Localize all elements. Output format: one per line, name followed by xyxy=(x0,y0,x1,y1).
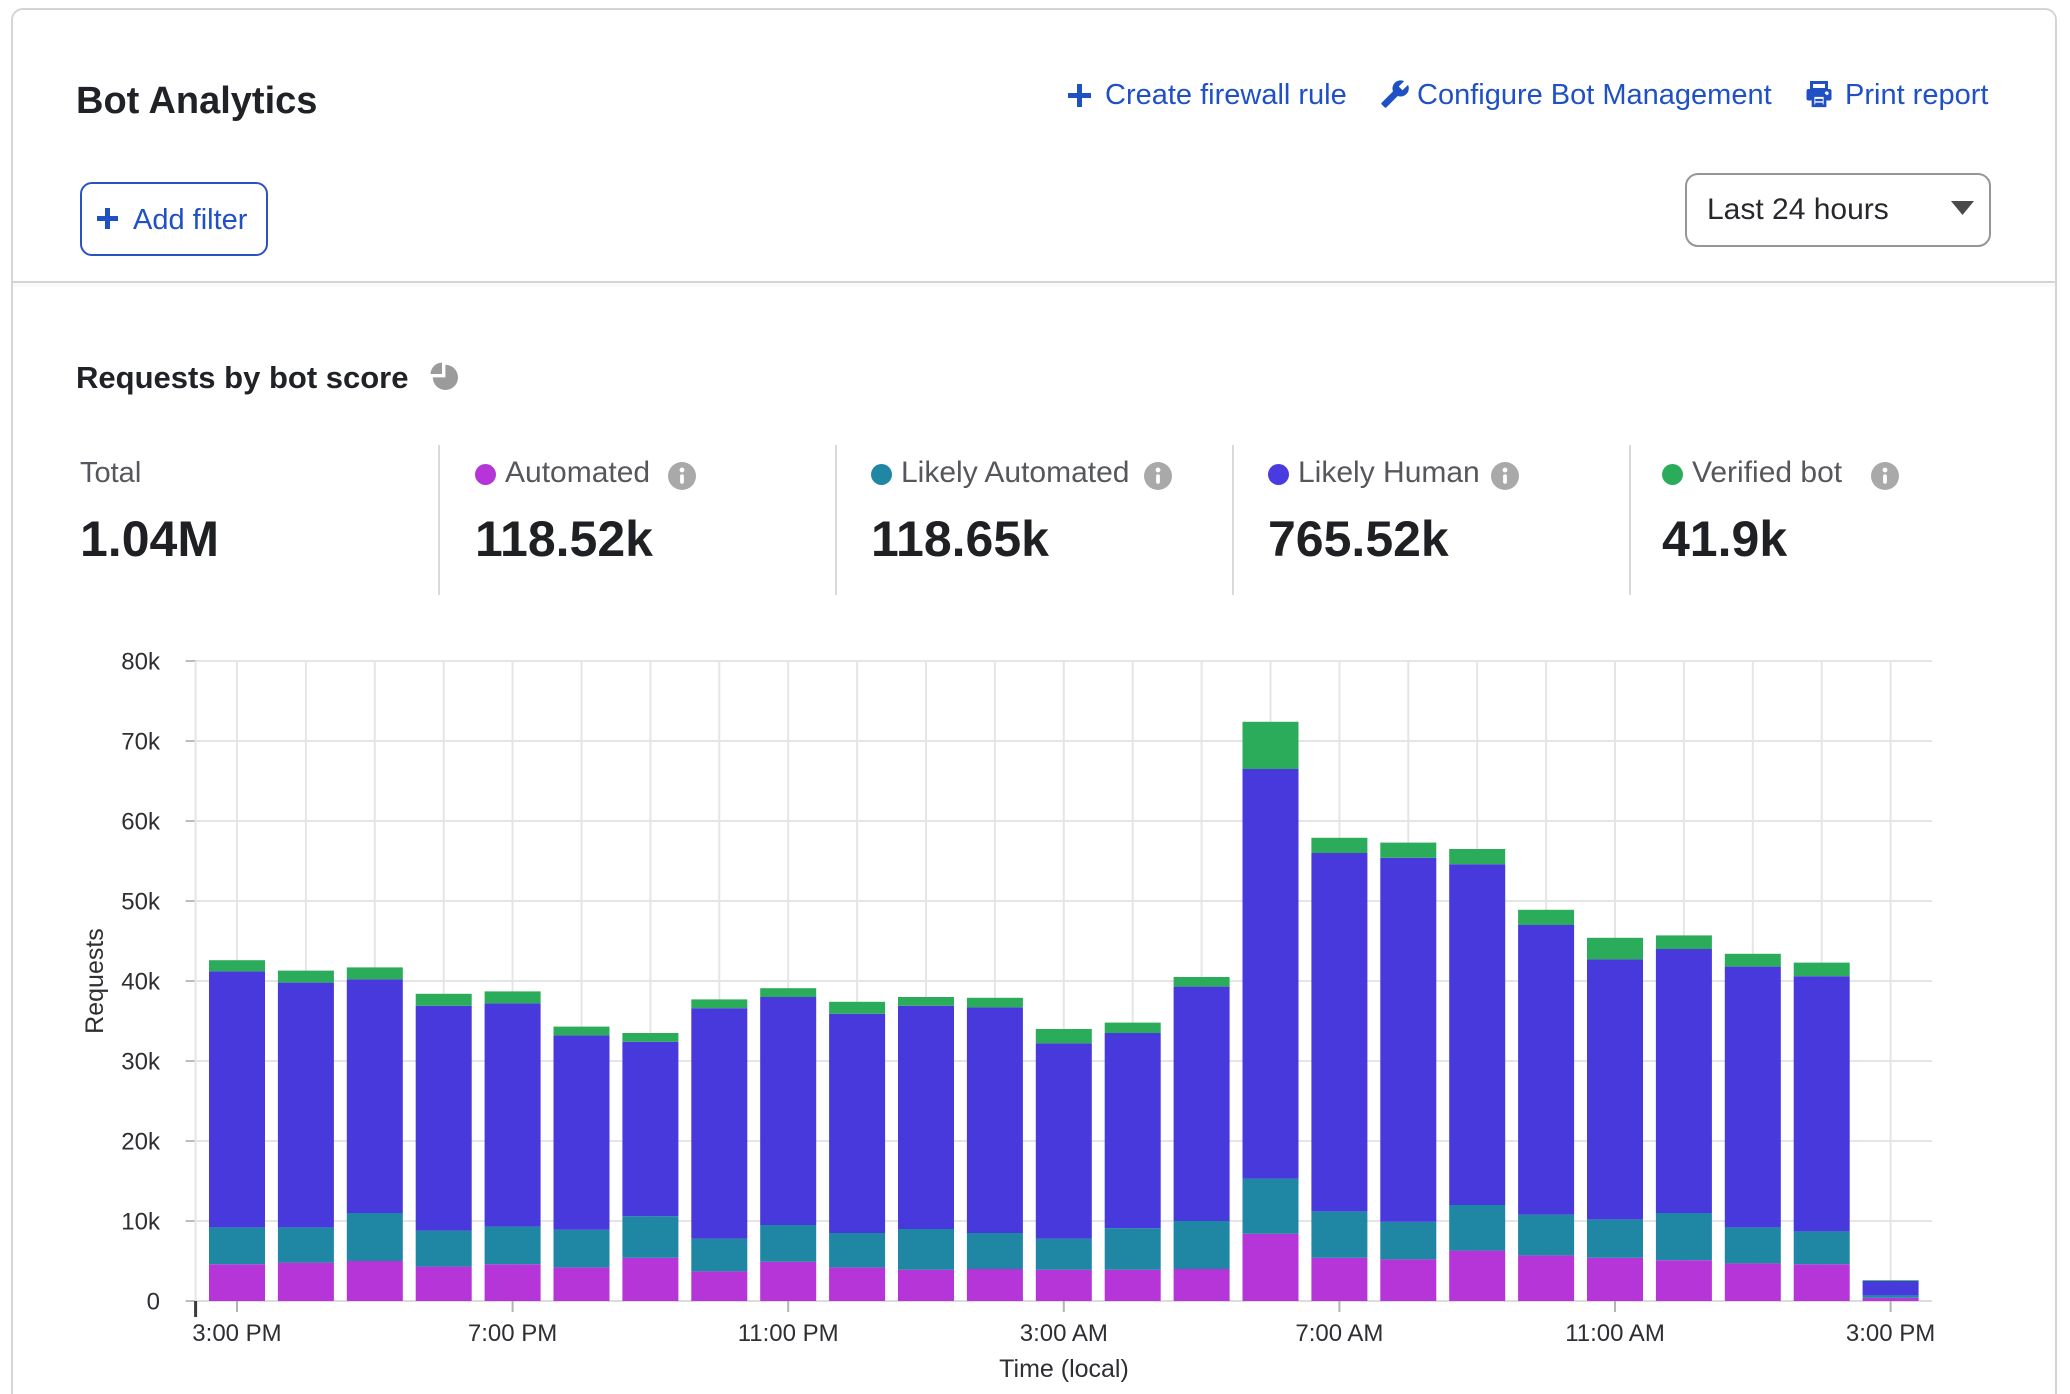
svg-text:7:00 AM: 7:00 AM xyxy=(1295,1320,1383,1347)
svg-text:20k: 20k xyxy=(121,1129,161,1156)
svg-text:Time (local): Time (local) xyxy=(999,1355,1129,1383)
svg-text:80k: 80k xyxy=(121,649,161,676)
svg-text:30k: 30k xyxy=(121,1049,161,1076)
svg-text:3:00 AM: 3:00 AM xyxy=(1020,1320,1108,1347)
svg-text:Requests: Requests xyxy=(81,928,109,1034)
svg-text:11:00 PM: 11:00 PM xyxy=(738,1320,839,1347)
svg-text:3:00 PM: 3:00 PM xyxy=(192,1320,281,1347)
svg-text:11:00 AM: 11:00 AM xyxy=(1565,1320,1665,1347)
svg-text:3:00 PM: 3:00 PM xyxy=(1846,1320,1935,1347)
svg-text:0: 0 xyxy=(147,1289,160,1316)
svg-text:70k: 70k xyxy=(121,729,161,756)
svg-text:60k: 60k xyxy=(121,809,161,836)
svg-text:7:00 PM: 7:00 PM xyxy=(468,1320,557,1347)
svg-text:40k: 40k xyxy=(121,969,161,996)
svg-text:50k: 50k xyxy=(121,889,161,916)
svg-text:10k: 10k xyxy=(121,1209,161,1236)
